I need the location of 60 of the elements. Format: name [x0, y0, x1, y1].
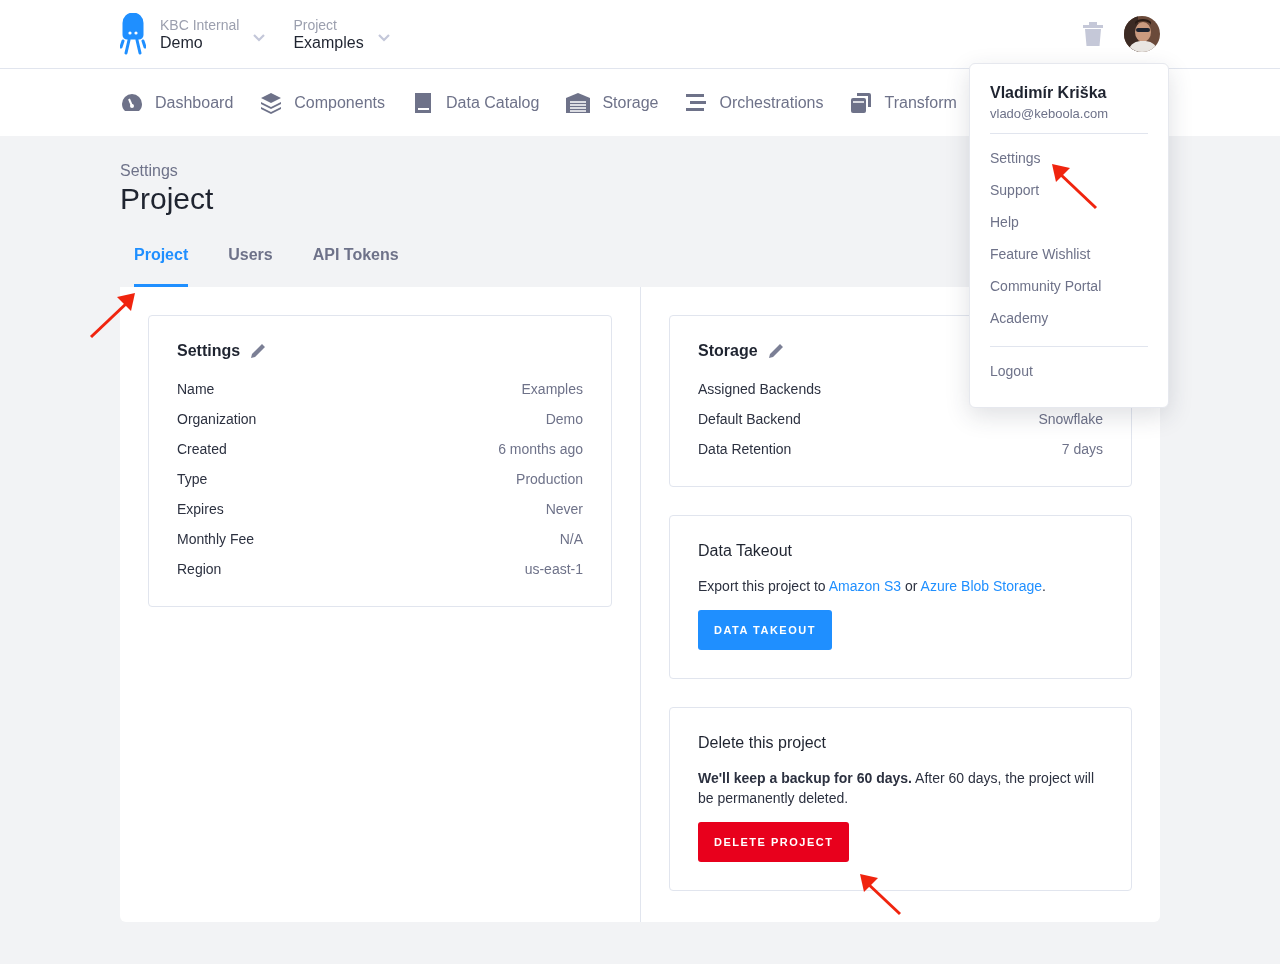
organization-switcher[interactable]: KBC Internal Demo	[160, 16, 266, 52]
nav-link[interactable]: Transform	[849, 90, 957, 115]
menu-item[interactable]: Help	[990, 206, 1148, 238]
nav-link[interactable]: Components	[259, 90, 385, 115]
warehouse-icon	[565, 90, 592, 115]
field-label: Assigned Backends	[698, 381, 821, 397]
field-label: Data Retention	[698, 441, 792, 457]
menu-item[interactable]: Settings	[990, 142, 1148, 174]
octopus-logo-icon[interactable]	[120, 13, 146, 55]
chevron-down-icon	[253, 34, 266, 42]
field-value: us-east-1	[524, 561, 583, 577]
amazon-s3-link[interactable]: Amazon S3	[828, 578, 902, 594]
project-switcher[interactable]: Project Examples	[293, 16, 394, 52]
nav-link[interactable]: Data Catalog	[411, 90, 540, 115]
data-takeout-button[interactable]: DATA TAKEOUT	[698, 610, 832, 650]
field-value: Production	[516, 471, 583, 487]
card-title: Storage	[698, 342, 758, 360]
menu-item[interactable]: Community Portal	[990, 270, 1148, 302]
field-label: Region	[177, 561, 222, 577]
field-label: Expires	[177, 501, 224, 517]
tab[interactable]: Users	[228, 246, 273, 287]
field-value: 6 months ago	[498, 441, 583, 457]
field-label: Monthly Fee	[177, 531, 255, 547]
tab[interactable]: API Tokens	[312, 246, 399, 287]
field-label: Default Backend	[698, 411, 801, 427]
pencil-icon[interactable]	[767, 343, 784, 359]
layers-icon	[259, 90, 284, 115]
annotation-arrow	[1050, 162, 1098, 210]
copy-icon	[849, 90, 874, 115]
annotation-arrow	[89, 291, 137, 339]
user-name: Vladimír Kriška	[990, 84, 1108, 102]
menu-item[interactable]: Academy	[990, 302, 1148, 334]
user-email: vlado@keboola.com	[990, 106, 1109, 121]
azure-blob-storage-link[interactable]: Azure Blob Storage	[920, 578, 1042, 594]
page-title: Project	[120, 182, 214, 216]
nav-link[interactable]: Storage	[565, 90, 659, 115]
delete-project-button[interactable]: DELETE PROJECT	[698, 822, 850, 862]
logout-menu-item[interactable]: Logout	[990, 355, 1148, 387]
nav-link[interactable]: Orchestrations	[684, 90, 824, 115]
breadcrumb: Settings	[120, 162, 178, 180]
field-label: Name	[177, 381, 215, 397]
card-title: Data Takeout	[698, 542, 793, 560]
card-title: Delete this project	[698, 734, 828, 752]
field-value: Snowflake	[1038, 411, 1103, 427]
field-value: Never	[545, 501, 583, 517]
field-label: Created	[177, 441, 227, 457]
delete-warning: We'll keep a backup for 60 days. After 60 days, the project will be permanently deleted.	[698, 769, 1096, 808]
chevron-down-icon	[377, 34, 390, 42]
field-label: Organization	[177, 411, 257, 427]
menu-item[interactable]: Support	[990, 174, 1148, 206]
annotation-arrow	[858, 872, 902, 916]
pencil-icon[interactable]	[250, 343, 267, 359]
field-label: Type	[177, 471, 208, 487]
card-title: Settings	[177, 342, 241, 360]
nav-link[interactable]: Dashboard	[120, 90, 234, 115]
menu-item[interactable]: Feature Wishlist	[990, 238, 1148, 270]
field-value: 7 days	[1061, 441, 1103, 457]
field-value: N/A	[559, 531, 583, 547]
takeout-description: Export this project to Amazon S3 or Azure Blob Storage.	[698, 577, 1047, 596]
field-value: Demo	[545, 411, 583, 427]
